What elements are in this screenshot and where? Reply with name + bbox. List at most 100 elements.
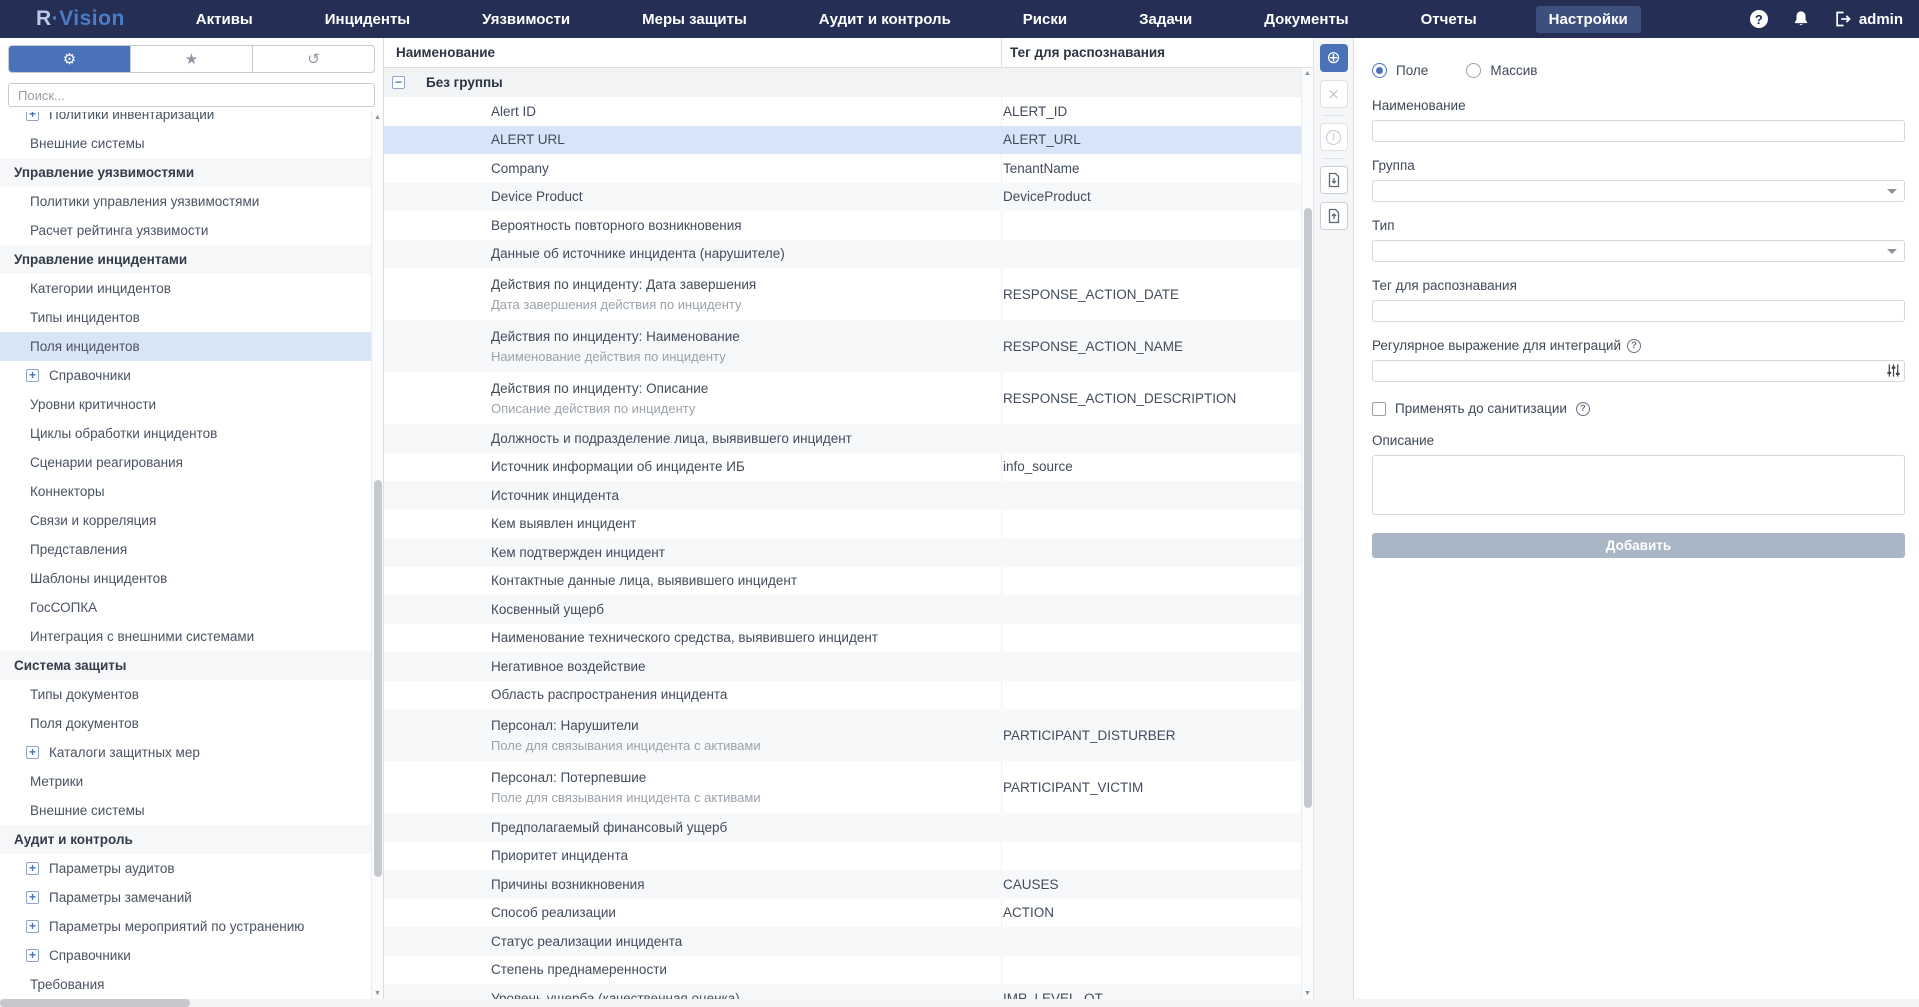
radio-field[interactable]: Поле xyxy=(1372,63,1428,78)
sidebar-item[interactable]: Коннекторы xyxy=(0,477,371,506)
expand-plus-icon[interactable] xyxy=(26,112,39,121)
help-icon[interactable]: ? xyxy=(1750,10,1768,28)
table-row[interactable]: Негативное воздействие xyxy=(384,652,1301,681)
sidebar-item[interactable]: Интеграция с внешними системами xyxy=(0,622,371,651)
nav-item[interactable]: Риски xyxy=(1010,6,1080,33)
table-row[interactable]: Косвенный ущерб xyxy=(384,595,1301,624)
scrollbar-thumb[interactable] xyxy=(374,480,382,877)
scroll-down-icon[interactable]: ▼ xyxy=(1302,990,1313,997)
table-row[interactable]: Наименование технического средства, выяв… xyxy=(384,624,1301,653)
sidebar-item[interactable]: Каталоги защитных мер xyxy=(0,738,371,767)
nav-item[interactable]: Документы xyxy=(1251,6,1361,33)
sidebar-item[interactable]: Типы документов xyxy=(0,680,371,709)
sidebar-item[interactable]: Сценарии реагирования xyxy=(0,448,371,477)
add-button[interactable]: Добавить xyxy=(1372,533,1905,558)
sidebar-item[interactable]: Поля документов xyxy=(0,709,371,738)
nav-item[interactable]: Уязвимости xyxy=(469,6,583,33)
collapse-icon[interactable] xyxy=(392,76,405,89)
sidebar-item[interactable]: Требования xyxy=(0,970,371,999)
table-row[interactable]: Причины возникновения CAUSES xyxy=(384,870,1301,899)
add-field-button[interactable]: ⊕ xyxy=(1320,44,1348,72)
description-field[interactable] xyxy=(1372,455,1905,515)
sidebar-item[interactable]: Политики инвентаризации xyxy=(0,112,371,129)
table-row[interactable]: Область распространения инцидента xyxy=(384,681,1301,710)
name-field[interactable] xyxy=(1372,120,1905,142)
scrollbar-thumb[interactable] xyxy=(0,999,190,1007)
regex-field[interactable] xyxy=(1372,360,1905,382)
radio-array[interactable]: Массив xyxy=(1466,63,1537,78)
tab-history[interactable]: ↺ xyxy=(253,46,374,72)
expand-plus-icon[interactable] xyxy=(26,949,39,962)
regex-builder-icon[interactable] xyxy=(1886,363,1901,378)
sidebar-item[interactable]: Поля инцидентов xyxy=(0,332,371,361)
scrollbar-thumb[interactable] xyxy=(1304,208,1312,808)
sidebar-item[interactable]: Категории инцидентов xyxy=(0,274,371,303)
table-row[interactable]: Действия по инциденту: Дата завершения Д… xyxy=(384,268,1301,320)
sidebar-item[interactable]: Политики управления уязвимостями xyxy=(0,187,371,216)
nav-item[interactable]: Меры защиты xyxy=(629,6,760,33)
user-menu[interactable]: admin xyxy=(1834,10,1903,28)
table-row[interactable]: Степень преднамеренности xyxy=(384,956,1301,985)
table-row[interactable]: Вероятность повторного возникновения xyxy=(384,211,1301,240)
type-select[interactable] xyxy=(1372,240,1905,262)
sidebar-item[interactable]: Шаблоны инцидентов xyxy=(0,564,371,593)
sidebar-item[interactable]: Связи и корреляция xyxy=(0,506,371,535)
sidebar-item[interactable]: Параметры мероприятий по устранению xyxy=(0,912,371,941)
horizontal-scrollbar[interactable] xyxy=(0,999,1919,1007)
table-row[interactable]: Действия по инциденту: Описание Описание… xyxy=(384,372,1301,424)
sidebar-item[interactable]: ГосСОПКА xyxy=(0,593,371,622)
expand-plus-icon[interactable] xyxy=(26,920,39,933)
table-scrollbar[interactable]: ▲ ▼ xyxy=(1301,68,1313,999)
scroll-down-icon[interactable]: ▼ xyxy=(372,990,383,997)
nav-item[interactable]: Отчеты xyxy=(1408,6,1490,33)
table-row[interactable]: Данные об источнике инцидента (нарушител… xyxy=(384,240,1301,269)
type-select-input[interactable] xyxy=(1372,240,1905,262)
sidebar-item[interactable]: Справочники xyxy=(0,361,371,390)
nav-item[interactable]: Аудит и контроль xyxy=(806,6,964,33)
column-header-tag[interactable]: Тег для распознавания xyxy=(1001,38,1313,67)
delete-button[interactable]: × xyxy=(1320,80,1348,108)
table-row[interactable]: Источник информации об инциденте ИБ info… xyxy=(384,453,1301,482)
sidebar-item[interactable]: Расчет рейтинга уязвимости xyxy=(0,216,371,245)
table-row[interactable]: Способ реализации ACTION xyxy=(384,899,1301,928)
scroll-up-icon[interactable]: ▲ xyxy=(1302,70,1313,77)
table-row[interactable]: Источник инцидента xyxy=(384,481,1301,510)
sidebar-item[interactable]: Метрики xyxy=(0,767,371,796)
group-select[interactable] xyxy=(1372,180,1905,202)
search-input[interactable] xyxy=(8,83,375,107)
table-row[interactable]: Кем выявлен инцидент xyxy=(384,510,1301,539)
help-circle-icon[interactable]: ? xyxy=(1627,339,1641,353)
table-row[interactable]: Контактные данные лица, выявившего инцид… xyxy=(384,567,1301,596)
sanitize-checkbox-row[interactable]: Применять до санитизации ? xyxy=(1372,401,1905,416)
table-row[interactable]: Действия по инциденту: Наименование Наим… xyxy=(384,320,1301,372)
table-row[interactable]: Приоритет инцидента xyxy=(384,842,1301,871)
sidebar-item[interactable]: Справочники xyxy=(0,941,371,970)
scroll-up-icon[interactable]: ▲ xyxy=(372,114,383,121)
sidebar-item[interactable]: Внешние системы xyxy=(0,129,371,158)
table-row[interactable]: Статус реализации инцидента xyxy=(384,927,1301,956)
sidebar-item[interactable]: Параметры аудитов xyxy=(0,854,371,883)
sidebar-item[interactable]: Параметры замечаний xyxy=(0,883,371,912)
logout-icon[interactable] xyxy=(1834,10,1852,28)
table-row[interactable]: Персонал: Потерпевшие Поле для связывани… xyxy=(384,761,1301,813)
table-row[interactable]: Company TenantName xyxy=(384,154,1301,183)
sidebar-item[interactable]: Типы инцидентов xyxy=(0,303,371,332)
nav-item[interactable]: Задачи xyxy=(1126,6,1205,33)
column-header-name[interactable]: Наименование xyxy=(384,45,1001,60)
nav-item[interactable]: Активы xyxy=(183,6,266,33)
sidebar-scrollbar[interactable]: ▲ ▼ xyxy=(371,112,383,999)
sidebar-item[interactable]: Уровни критичности xyxy=(0,390,371,419)
group-select-input[interactable] xyxy=(1372,180,1905,202)
table-row[interactable]: ALERT URL ALERT_URL xyxy=(384,126,1301,155)
bell-icon[interactable] xyxy=(1792,10,1810,28)
help-circle-icon[interactable]: ? xyxy=(1576,402,1590,416)
expand-plus-icon[interactable] xyxy=(26,891,39,904)
import-button[interactable] xyxy=(1320,202,1348,230)
nav-item[interactable]: Инциденты xyxy=(312,6,423,33)
info-button[interactable]: i xyxy=(1320,123,1348,151)
nav-item[interactable]: Настройки xyxy=(1536,6,1641,33)
table-row[interactable]: Должность и подразделение лица, выявивше… xyxy=(384,424,1301,453)
rvision-logo[interactable]: R·Vision xyxy=(36,7,125,31)
expand-plus-icon[interactable] xyxy=(26,746,39,759)
table-row[interactable]: Кем подтвержден инцидент xyxy=(384,538,1301,567)
